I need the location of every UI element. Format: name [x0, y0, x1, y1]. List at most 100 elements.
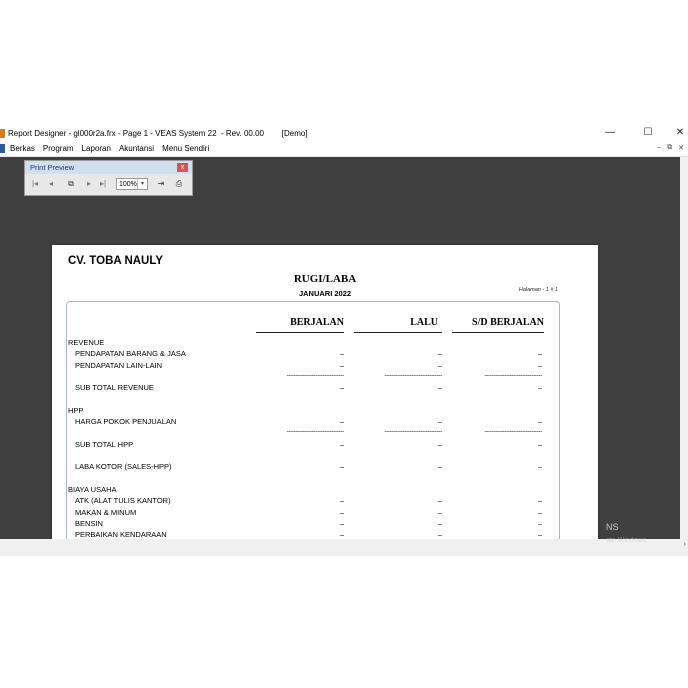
zoom-value: 100%: [119, 181, 137, 188]
separator-row: -------------------------------- --------…: [52, 427, 598, 438]
row-value: –: [339, 462, 344, 472]
last-page-icon[interactable]: ▸|: [97, 179, 109, 188]
row-label: ATK (ALAT TULIS KANTOR): [75, 496, 171, 506]
row-label: PENDAPATAN BARANG & JASA: [75, 349, 186, 359]
row-value: –: [537, 439, 542, 449]
zoom-select[interactable]: 100% ▾: [116, 178, 148, 190]
row-value: –: [339, 383, 344, 393]
print-preview-toolbar[interactable]: Print Preview x |◂ ◂ ⧉ ▸ ▸| 100% ▾ ⇥ ⎙: [24, 160, 193, 196]
report-row: [52, 473, 598, 484]
row-value: –: [339, 530, 344, 539]
report-title: RUGI/LABA: [293, 273, 357, 285]
column-rule: [452, 332, 544, 333]
row-value: –: [339, 417, 344, 427]
menu-berkas[interactable]: Berkas: [10, 144, 35, 153]
row-label: REVENUE: [68, 338, 105, 347]
document-icon: [0, 144, 5, 153]
minimize-button[interactable]: —: [600, 127, 620, 138]
menu-bar: Berkas Program Laporan Akuntansi Menu Se…: [0, 142, 688, 157]
row-label: LABA KOTOR (SALES-HPP): [75, 462, 172, 472]
preview-workspace[interactable]: CV. TOBA NAULY RUGI/LABA JANUARI 2022 Ha…: [0, 157, 680, 539]
row-value: –: [537, 383, 542, 393]
row-value: --------------------------------: [286, 372, 344, 379]
app-icon: [0, 129, 5, 138]
print-preview-title-bar[interactable]: Print Preview x: [25, 161, 192, 174]
row-value: –: [339, 439, 344, 449]
row-value: --------------------------------: [384, 372, 442, 379]
row-value: –: [437, 439, 442, 449]
copy-icon[interactable]: ⧉: [65, 179, 77, 189]
report-row: SUB TOTAL REVENUE – – –: [52, 382, 598, 393]
row-value: –: [537, 496, 542, 506]
section-header-row: HPP: [52, 405, 598, 416]
menu-akuntansi[interactable]: Akuntansi: [119, 144, 154, 153]
row-value: –: [437, 360, 442, 370]
report-row: BENSIN – – –: [52, 518, 598, 529]
report-row: PENDAPATAN LAIN-LAIN – – –: [52, 360, 598, 371]
row-label: PERBAIKAN KENDARAAN: [75, 530, 167, 539]
company-name: CV. TOBA NAULY: [68, 255, 164, 267]
row-label: MAKAN & MINUM: [75, 507, 137, 517]
page-number: Halaman - 1 # 1: [518, 287, 558, 293]
row-label: PENDAPATAN LAIN-LAIN: [75, 360, 163, 370]
row-value: –: [339, 496, 344, 506]
report-row: [52, 450, 598, 461]
mdi-restore-button[interactable]: ⧉: [667, 144, 672, 152]
scroll-right-icon[interactable]: ›: [684, 541, 686, 548]
report-row: PERBAIKAN KENDARAAN – – –: [52, 529, 598, 539]
maximize-button[interactable]: ☐: [638, 127, 658, 138]
column-rule: [256, 332, 344, 333]
first-page-icon[interactable]: |◂: [29, 179, 41, 188]
vertical-scrollbar[interactable]: [680, 157, 688, 539]
report-page: CV. TOBA NAULY RUGI/LABA JANUARI 2022 Ha…: [52, 245, 598, 539]
row-value: –: [537, 360, 542, 370]
row-label: BIAYA USAHA: [68, 484, 117, 494]
row-label: HARGA POKOK PENJUALAN: [75, 417, 177, 427]
row-value: --------------------------------: [286, 429, 344, 436]
row-value: –: [437, 383, 442, 393]
report-row: [52, 394, 598, 405]
report-row: LABA KOTOR (SALES-HPP) – – –: [52, 461, 598, 472]
row-label: HPP: [68, 405, 84, 415]
section-header-row: REVENUE: [52, 337, 598, 348]
prev-page-icon[interactable]: ◂: [45, 179, 57, 188]
menu-sendiri[interactable]: Menu Sendiri: [162, 144, 209, 153]
row-value: –: [537, 462, 542, 472]
row-value: –: [537, 530, 542, 539]
report-period: JANUARI 2022: [298, 289, 352, 298]
export-icon[interactable]: ⇥: [155, 179, 167, 188]
column-rule: [354, 332, 442, 333]
column-header-lalu: LALU: [410, 317, 438, 328]
row-value: –: [437, 518, 442, 528]
window-title: Report Designer - gl000r2a.frx - Page 1 …: [8, 129, 308, 138]
menu-laporan[interactable]: Laporan: [82, 144, 111, 153]
row-label: BENSIN: [75, 518, 103, 528]
row-value: –: [437, 417, 442, 427]
row-value: –: [339, 518, 344, 528]
row-value: –: [437, 496, 442, 506]
row-value: –: [437, 507, 442, 517]
row-value: –: [437, 462, 442, 472]
next-page-icon[interactable]: ▸: [83, 179, 95, 188]
row-value: --------------------------------: [384, 429, 442, 436]
column-header-berjalan: BERJALAN: [290, 317, 344, 328]
row-value: --------------------------------: [484, 429, 542, 436]
title-bar: Report Designer - gl000r2a.frx - Page 1 …: [0, 126, 688, 142]
row-value: –: [437, 349, 442, 359]
report-row: SUB TOTAL HPP – – –: [52, 439, 598, 450]
menu-program[interactable]: Program: [43, 144, 74, 153]
horizontal-scrollbar[interactable]: ›: [0, 539, 688, 556]
print-preview-close-button[interactable]: x: [177, 163, 188, 172]
chevron-down-icon[interactable]: ▾: [137, 179, 147, 189]
row-value: –: [339, 349, 344, 359]
row-value: –: [537, 518, 542, 528]
mdi-close-button[interactable]: ✕: [678, 144, 684, 152]
mdi-minimize-button[interactable]: –: [657, 144, 661, 152]
report-row: HARGA POKOK PENJUALAN – – –: [52, 416, 598, 427]
report-row: ATK (ALAT TULIS KANTOR) – – –: [52, 495, 598, 506]
report-row: PENDAPATAN BARANG & JASA – – –: [52, 348, 598, 359]
printer-icon[interactable]: ⎙: [173, 179, 185, 189]
close-button[interactable]: ✕: [670, 127, 688, 138]
row-label: SUB TOTAL HPP: [75, 439, 134, 449]
separator-row: -------------------------------- --------…: [52, 371, 598, 382]
